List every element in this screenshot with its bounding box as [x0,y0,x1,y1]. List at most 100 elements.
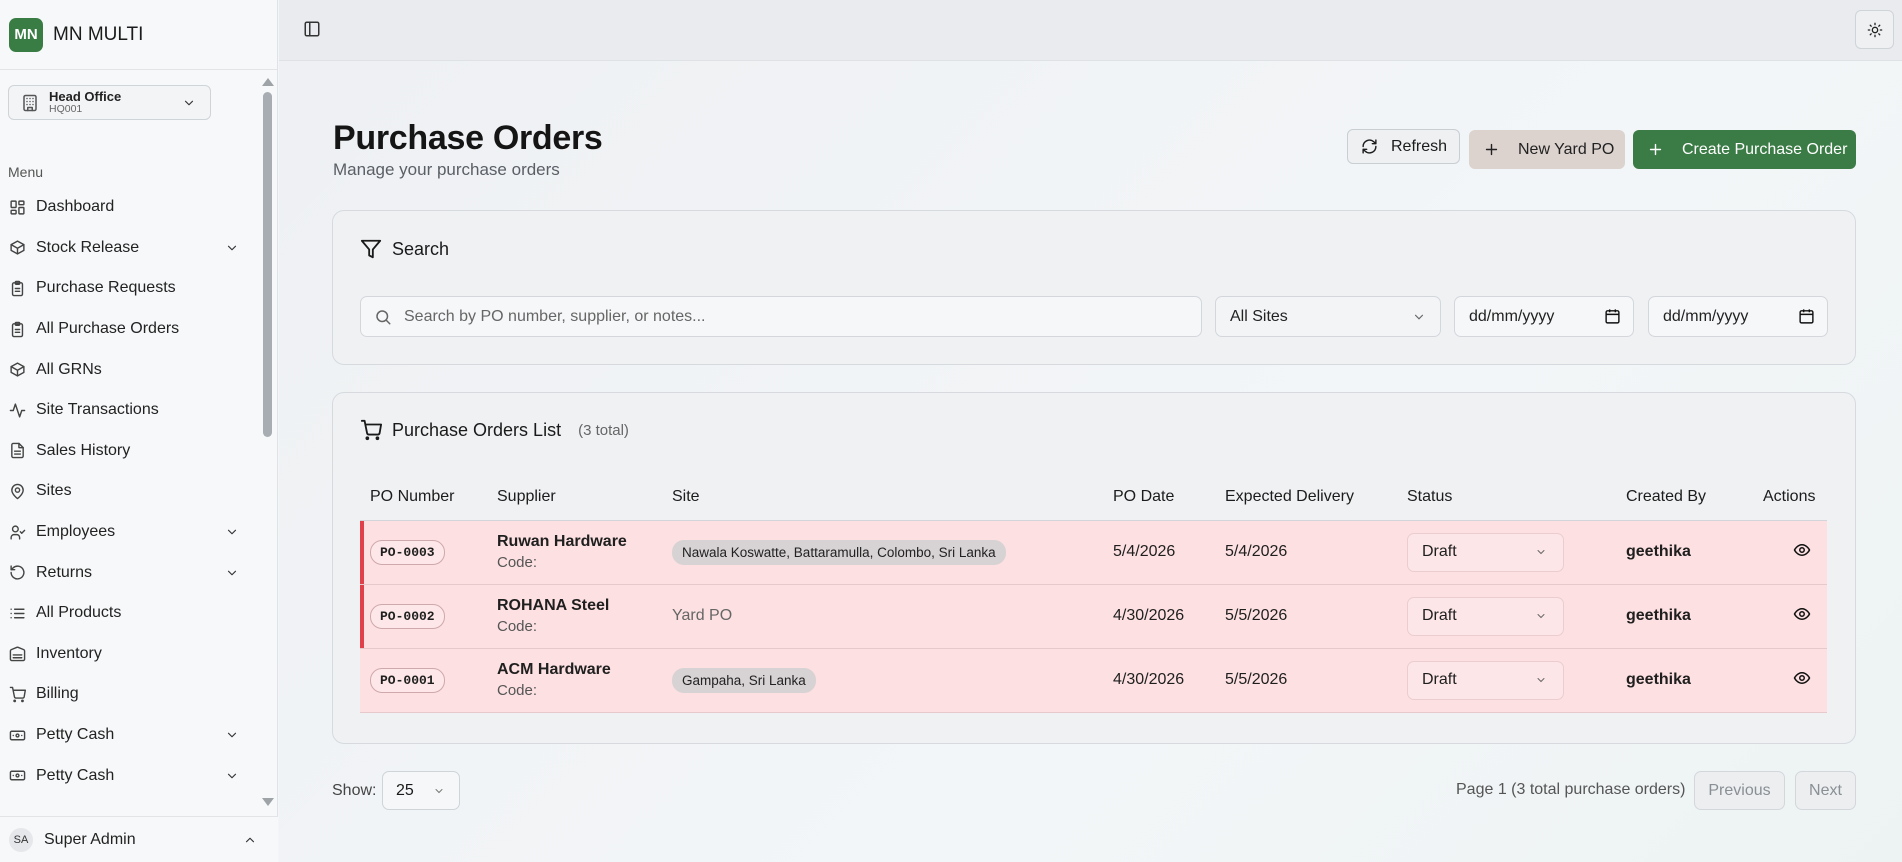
branch-code: HQ001 [49,102,83,115]
clipboard-icon [11,280,24,297]
plus-icon [1485,143,1498,156]
create-purchase-order-button[interactable]: Create Purchase Order [1633,130,1856,169]
column-header-status[interactable]: Status [1397,475,1616,521]
sidebar-item-label: Petty Cash [36,766,115,784]
sidebar-item-billing[interactable]: Billing [0,674,255,715]
site-cell: Gampaha, Sri Lanka [662,648,1103,713]
expected-delivery-cell: 5/5/2026 [1215,584,1397,649]
package-icon [10,240,25,255]
date-from-input[interactable]: dd/mm/yyyy [1454,296,1634,337]
table-row[interactable]: PO-0001 ACM Hardware Code: Gampaha, Sri L… [360,648,1827,713]
chevron-up-icon [245,837,255,842]
map-pin-icon [11,483,24,500]
next-page-button[interactable]: Next [1795,771,1856,810]
search-input-wrapper[interactable] [360,296,1202,337]
supplier-code: Code: [497,682,538,699]
sidebar: MN MN MULTI Head Office HQ001 Menu Dashb… [0,0,278,862]
refresh-button[interactable]: Refresh [1347,129,1460,164]
column-header-po-date[interactable]: PO Date [1103,475,1215,521]
sidebar-item-all-grns[interactable]: All GRNs [0,349,255,390]
site-badge: Nawala Koswatte, Battaramulla, Colombo, … [672,539,1006,565]
table-header-row: PO Number Supplier Site PO Date Expected… [360,475,1827,521]
chevron-down-icon [227,245,237,251]
previous-page-button[interactable]: Previous [1694,771,1785,810]
brand-logo: MN [9,17,43,52]
sidebar-item-label: All Products [36,604,122,622]
site-cell: Yard PO [662,584,1103,649]
column-header-created-by[interactable]: Created By [1616,475,1753,521]
create-po-label: Create Purchase Order [1682,140,1848,158]
refresh-label: Refresh [1391,137,1448,155]
sidebar-toggle-icon[interactable] [303,20,321,38]
branch-selector[interactable]: Head Office HQ001 [8,85,211,120]
sidebar-item-employees[interactable]: Employees [0,512,255,553]
brand[interactable]: MN MN MULTI [0,0,277,70]
view-eye-icon[interactable] [1793,669,1811,687]
sidebar-item-all-products[interactable]: All Products [0,593,255,634]
site-filter-select[interactable]: All Sites [1215,296,1441,337]
calendar-icon[interactable] [1604,308,1621,325]
page-size-value: 25 [396,781,414,799]
sidebar-item-sal[interactable]: Sal... [0,796,255,805]
actions-cell [1753,584,1827,649]
plus-icon [1649,143,1662,156]
sidebar-item-label: Inventory [36,644,102,662]
sidebar-item-stock-release[interactable]: Stock Release [0,228,255,269]
status-cell: Draft [1397,648,1616,713]
supplier-name: Ruwan Hardware [497,533,627,550]
warehouse-icon [9,646,26,662]
chevron-down-icon [227,529,237,535]
status-select[interactable]: Draft [1407,596,1564,636]
column-header-site[interactable]: Site [662,475,1103,521]
sidebar-item-all-purchase-orders[interactable]: All Purchase Orders [0,309,255,350]
user-menu[interactable]: SA Super Admin [0,816,278,862]
new-yard-po-button[interactable]: New Yard PO [1469,130,1625,169]
view-eye-icon[interactable] [1793,605,1811,623]
scroll-up-arrow[interactable] [262,78,274,86]
po-number-badge: PO-0002 [370,603,445,629]
supplier-name: ACM Hardware [497,661,611,678]
cart-icon [9,686,26,703]
activity-icon [9,403,26,418]
po-number-cell: PO-0001 [360,648,487,713]
scrollbar-thumb[interactable] [263,92,272,437]
theme-toggle-button[interactable] [1855,10,1894,49]
created-by-cell: geethika [1616,648,1753,713]
sidebar-item-inventory[interactable]: Inventory [0,634,255,675]
sidebar-item-petty-cash[interactable]: Petty Cash [0,755,255,796]
calendar-icon[interactable] [1798,308,1815,325]
column-header-expected-delivery[interactable]: Expected Delivery [1215,475,1397,521]
column-header-po-number[interactable]: PO Number [360,475,487,521]
view-eye-icon[interactable] [1793,541,1811,559]
page-subtitle: Manage your purchase orders [333,160,560,179]
supplier-code: Code: [497,618,538,635]
sidebar-item-sales-history[interactable]: Sales History [0,431,255,472]
column-header-supplier[interactable]: Supplier [487,475,662,521]
topbar [279,0,1902,61]
sidebar-item-petty-cash[interactable]: Petty Cash [0,715,255,756]
cash-icon [9,770,26,781]
sidebar-item-returns[interactable]: Returns [0,552,255,593]
site-cell: Nawala Koswatte, Battaramulla, Colombo, … [662,520,1103,585]
sidebar-item-site-transactions[interactable]: Site Transactions [0,390,255,431]
status-value: Draft [1422,607,1457,624]
sidebar-item-purchase-requests[interactable]: Purchase Requests [0,268,255,309]
date-to-input[interactable]: dd/mm/yyyy [1648,296,1828,337]
purchase-orders-table: PO Number Supplier Site PO Date Expected… [360,475,1827,713]
status-select[interactable]: Draft [1407,660,1564,700]
sidebar-item-label: All Purchase Orders [36,320,180,338]
search-title: Search [392,238,450,259]
sidebar-item-sites[interactable]: Sites [0,471,255,512]
po-number-badge: PO-0001 [370,667,445,693]
chevron-down-icon [1537,550,1545,555]
search-input[interactable] [404,307,1184,326]
cart-icon [360,419,382,441]
table-row[interactable]: PO-0002 ROHANA Steel Code: Yard PO 4/30/2… [360,584,1827,649]
sidebar-item-label: Petty Cash [36,726,115,744]
page-size-select[interactable]: 25 [382,771,460,810]
scroll-down-arrow[interactable] [262,798,274,806]
status-select[interactable]: Draft [1407,532,1564,572]
sidebar-item-dashboard[interactable]: Dashboard [0,187,255,228]
sun-icon [1867,22,1882,37]
table-row[interactable]: PO-0003 Ruwan Hardware Code: Nawala Koswa… [360,520,1827,585]
